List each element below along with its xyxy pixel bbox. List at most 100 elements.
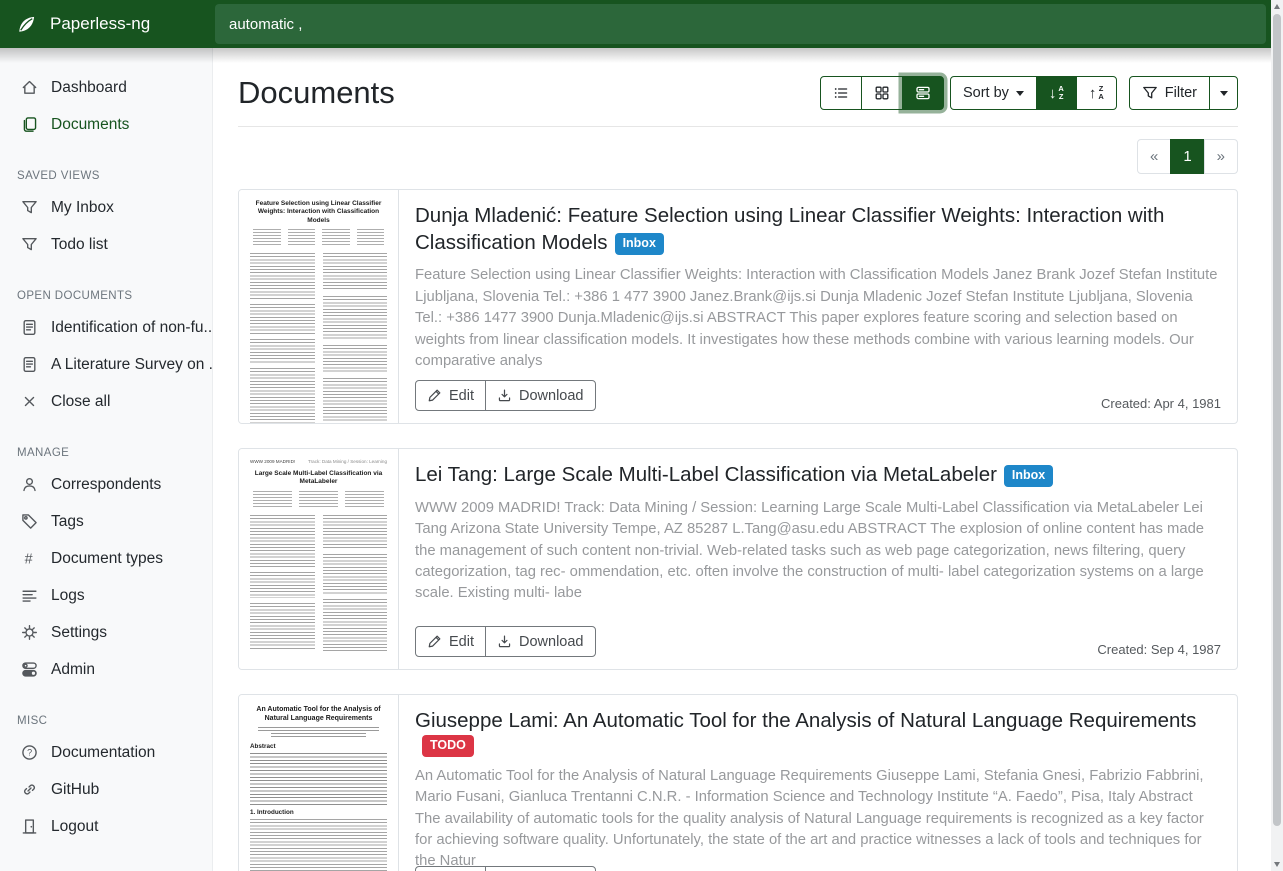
pagination-prev-button[interactable]: « (1137, 139, 1171, 174)
sort-ascending-button[interactable]: ↓AZ (1036, 76, 1077, 110)
document-thumbnail[interactable]: WWW 2009 MADRID! Track: Data Mining / Se… (239, 449, 399, 669)
files-icon (21, 116, 38, 133)
document-title-link[interactable]: Giuseppe Lami: An Automatic Tool for the… (415, 709, 1196, 732)
paperless-leaf-icon (16, 14, 37, 35)
document-card-body: Giuseppe Lami: An Automatic Tool for the… (399, 695, 1237, 871)
sidebar-item-settings[interactable]: Settings (0, 614, 212, 651)
edit-button[interactable]: Edit (415, 626, 486, 657)
sidebar-item-label: Identification of non-fu... (51, 319, 213, 337)
document-title-link[interactable]: Dunja Mladenić: Feature Selection using … (415, 204, 1164, 254)
sidebar-item-open-doc-2[interactable]: A Literature Survey on ... (0, 346, 212, 383)
sidebar-item-correspondents[interactable]: Correspondents (0, 466, 212, 503)
scrollbar-down-button[interactable] (1271, 857, 1283, 871)
search-input[interactable] (215, 4, 1266, 44)
filter-dropdown-button[interactable] (1209, 76, 1238, 110)
search-bar-container (213, 0, 1271, 48)
edit-button[interactable]: Edit (415, 380, 486, 411)
sidebar-section-manage: MANAGE Correspondents Tags # Document ty… (0, 447, 212, 688)
sidebar-item-label: Tags (51, 513, 84, 531)
document-snippet: WWW 2009 MADRID! Track: Data Mining / Se… (415, 498, 1221, 605)
list-view-button[interactable] (820, 76, 862, 110)
document-card-footer: Edit Download (415, 866, 1221, 871)
document-card-footer: Edit Download Created: Apr 4, 1981 (415, 380, 1221, 411)
pagination-page-1[interactable]: 1 (1170, 139, 1204, 174)
sidebar-item-label: Settings (51, 624, 107, 642)
sidebar-item-close-all[interactable]: Close all (0, 383, 212, 420)
sort-alpha-up-icon: ↑ZA (1089, 85, 1104, 101)
filter-button[interactable]: Filter (1129, 76, 1210, 110)
document-thumbnail[interactable]: Feature Selection using Linear Classifie… (239, 190, 399, 423)
sidebar-item-dashboard[interactable]: Dashboard (0, 69, 212, 106)
caret-down-icon (1016, 91, 1024, 96)
close-icon (21, 393, 38, 410)
thumbnail-paper-title: Large Scale Multi-Label Classification v… (250, 470, 387, 487)
download-button[interactable]: Download (485, 626, 596, 657)
sidebar-item-document-types[interactable]: # Document types (0, 540, 212, 577)
question-circle-icon: ? (21, 744, 38, 761)
download-label: Download (519, 634, 584, 650)
sidebar: Dashboard Documents SAVED VIEWS My Inbox… (0, 48, 213, 871)
tag-badge-inbox[interactable]: Inbox (615, 233, 664, 255)
sidebar-item-label: Logs (51, 587, 85, 605)
sort-descending-button[interactable]: ↑ZA (1076, 76, 1117, 110)
sidebar-item-label: Document types (51, 550, 163, 568)
thumbnail-paper-title: An Automatic Tool for the Analysis of Na… (250, 705, 387, 723)
pencil-icon (427, 388, 442, 403)
thumbnail-body (250, 253, 387, 423)
page-title: Documents (238, 73, 395, 113)
edit-button[interactable]: Edit (415, 866, 486, 871)
svg-text:#: # (25, 551, 33, 567)
caret-down-icon (1220, 91, 1228, 96)
sort-by-button[interactable]: Sort by (950, 76, 1037, 110)
tag-badge-todo[interactable]: TODO (422, 735, 474, 757)
document-snippet: Feature Selection using Linear Classifie… (415, 265, 1221, 372)
details-view-button[interactable] (902, 76, 944, 110)
sidebar-item-label: Close all (51, 393, 110, 411)
document-thumbnail[interactable]: An Automatic Tool for the Analysis of Na… (239, 695, 399, 871)
pagination-next-button[interactable]: » (1204, 139, 1238, 174)
created-date: Created: Apr 4, 1981 (1101, 396, 1221, 411)
sidebar-item-documents[interactable]: Documents (0, 106, 212, 143)
sidebar-item-label: Logout (51, 818, 98, 836)
sidebar-item-label: Todo list (51, 236, 108, 254)
sidebar-section-open-documents: OPEN DOCUMENTS Identification of non-fu.… (0, 290, 212, 420)
edit-label: Edit (449, 634, 474, 650)
sidebar-item-todo-list[interactable]: Todo list (0, 226, 212, 263)
document-card: WWW 2009 MADRID! Track: Data Mining / Se… (238, 448, 1238, 670)
grid-view-button[interactable] (861, 76, 903, 110)
pagination: « 1 » (1137, 139, 1238, 174)
tag-icon (21, 513, 38, 530)
download-button[interactable]: Download (485, 380, 596, 411)
sidebar-item-admin[interactable]: Admin (0, 651, 212, 688)
sidebar-item-documentation[interactable]: ? Documentation (0, 734, 212, 771)
document-title-row: Giuseppe Lami: An Automatic Tool for the… (415, 708, 1221, 757)
download-button[interactable]: Download (485, 866, 596, 871)
thumbnail-section-heading: 1. Introduction (250, 809, 387, 816)
svg-text:?: ? (27, 748, 32, 758)
scrollbar-up-button[interactable] (1271, 0, 1283, 14)
sidebar-item-logs[interactable]: Logs (0, 577, 212, 614)
card-actions: Edit Download (415, 380, 596, 411)
sidebar-item-label: Admin (51, 661, 95, 679)
pagination-row: « 1 » (238, 139, 1238, 174)
sidebar-item-my-inbox[interactable]: My Inbox (0, 189, 212, 226)
sidebar-item-label: Dashboard (51, 79, 127, 97)
sidebar-section-misc: MISC ? Documentation GitHub Logout (0, 715, 212, 845)
sidebar-item-open-doc-1[interactable]: Identification of non-fu... (0, 309, 212, 346)
door-icon (21, 818, 38, 835)
app-brand[interactable]: Paperless-ng (0, 0, 213, 48)
sidebar-item-logout[interactable]: Logout (0, 808, 212, 845)
file-text-icon (21, 319, 38, 336)
card-actions: Edit Download (415, 866, 596, 871)
sidebar-item-github[interactable]: GitHub (0, 771, 212, 808)
document-title-link[interactable]: Lei Tang: Large Scale Multi-Label Classi… (415, 463, 997, 486)
funnel-icon (21, 199, 38, 216)
scrollbar-thumb[interactable] (1273, 14, 1281, 826)
sidebar-item-tags[interactable]: Tags (0, 503, 212, 540)
filter-group: Filter (1129, 76, 1238, 110)
text-lines-icon (21, 587, 38, 604)
tag-badge-inbox[interactable]: Inbox (1004, 465, 1053, 487)
thumbnail-authors (253, 229, 384, 245)
header-divider (238, 126, 1238, 127)
pencil-icon (427, 634, 442, 649)
